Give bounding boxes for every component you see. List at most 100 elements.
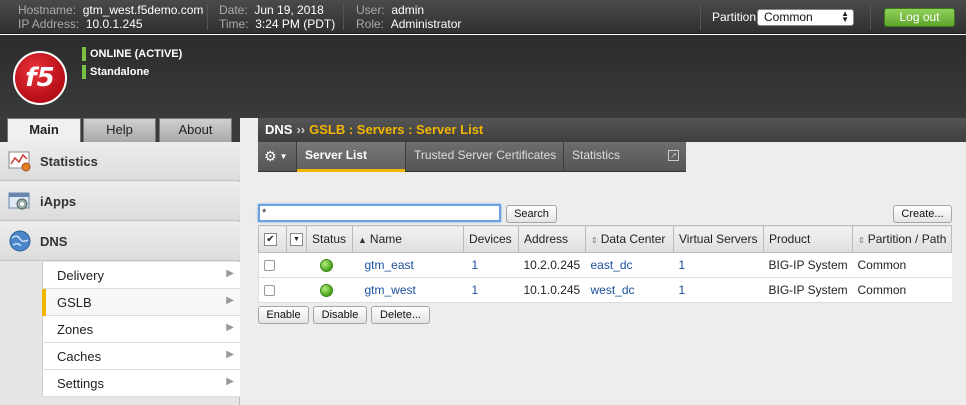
- role-value: Administrator: [390, 17, 462, 31]
- statistics-chart-icon: [8, 150, 32, 172]
- col-address[interactable]: Address: [518, 225, 586, 253]
- standalone-status: Standalone: [82, 65, 149, 79]
- row-checkbox[interactable]: [264, 285, 275, 297]
- sortable-icon: ⇕: [591, 236, 598, 245]
- col-status[interactable]: Status: [306, 225, 353, 253]
- status-available-icon: [319, 259, 333, 273]
- devices-cell: 1: [463, 277, 519, 303]
- server-name-link[interactable]: gtm_west: [365, 283, 416, 297]
- data-center-link[interactable]: west_dc: [591, 283, 635, 297]
- globe-icon: [8, 230, 32, 252]
- row-checkbox-cell: [258, 277, 287, 303]
- devices-link[interactable]: 1: [472, 283, 479, 297]
- chevron-right-icon: ▶: [226, 349, 234, 360]
- date-label: Date:: [219, 3, 248, 17]
- sidebar: Statistics iApps DNS Delivery ▶ GSLB ▶ Z…: [0, 142, 240, 405]
- devices-link[interactable]: 1: [472, 258, 479, 272]
- logout-button[interactable]: Log out: [884, 8, 955, 27]
- tab-server-list[interactable]: Server List: [297, 142, 406, 172]
- dropdown-arrow-icon: ▼: [279, 152, 288, 162]
- search-button[interactable]: Search: [506, 205, 557, 223]
- breadcrumb-root[interactable]: DNS: [265, 122, 292, 137]
- chevron-right-icon: ▶: [226, 268, 234, 279]
- col-name-label: Name: [369, 232, 402, 246]
- sortable-icon: ⇕: [858, 236, 865, 245]
- virtual-servers-cell: 1: [673, 277, 764, 303]
- breadcrumb-path[interactable]: GSLB : Servers : Server List: [309, 122, 483, 137]
- sidebar-item-statistics[interactable]: Statistics: [0, 142, 240, 181]
- col-partition-path-label: Partition / Path: [867, 232, 947, 246]
- col-partition-path[interactable]: ⇕ Partition / Path: [852, 225, 952, 253]
- dns-item-label: GSLB: [57, 295, 92, 310]
- dns-item-gslb[interactable]: GSLB ▶: [42, 289, 240, 316]
- user-value: admin: [391, 3, 425, 17]
- chevron-right-icon: ▶: [226, 376, 234, 387]
- virtual-servers-link[interactable]: 1: [679, 283, 686, 297]
- tab-statistics[interactable]: Statistics ↗: [564, 142, 686, 172]
- status-cell: [306, 277, 353, 303]
- address-cell: 10.1.0.245: [518, 277, 586, 303]
- tab-about[interactable]: About: [159, 118, 232, 142]
- online-status: ONLINE (ACTIVE): [82, 47, 182, 61]
- col-devices[interactable]: Devices: [463, 225, 519, 253]
- sidebar-item-label: Statistics: [40, 154, 98, 169]
- tab-main[interactable]: Main: [7, 118, 81, 142]
- partition-value: Common: [764, 10, 813, 24]
- enable-button[interactable]: Enable: [258, 306, 309, 324]
- chevron-right-icon: ▶: [226, 322, 234, 333]
- f5-logo: f5: [13, 51, 67, 105]
- spacer-cell: [286, 252, 307, 278]
- col-data-center[interactable]: ⇕ Data Center: [585, 225, 674, 253]
- server-list-table: ✔ ▼ Status ▲ Name Devices Address ⇕ Data C…: [258, 225, 952, 303]
- search-input[interactable]: *: [258, 204, 501, 222]
- breadcrumb-separator: ››: [296, 122, 306, 137]
- header-divider: [870, 4, 871, 30]
- role-label: Role:: [356, 17, 385, 31]
- dns-item-caches[interactable]: Caches ▶: [42, 343, 240, 370]
- product-cell: BIG-IP System: [763, 277, 853, 303]
- create-button[interactable]: Create...: [893, 205, 952, 223]
- table-row: gtm_west 1 10.1.0.245 west_dc 1 BIG-IP S…: [258, 277, 952, 303]
- virtual-servers-cell: 1: [673, 252, 764, 278]
- external-link-icon[interactable]: ↗: [668, 150, 679, 161]
- row-checkbox[interactable]: [264, 260, 275, 272]
- disable-button[interactable]: Disable: [313, 306, 367, 324]
- col-data-center-label: Data Center: [600, 232, 666, 246]
- sidebar-item-dns[interactable]: DNS: [0, 222, 240, 261]
- datetime-info: Date: Jun 19, 2018 Time: 3:24 PM (PDT): [219, 3, 335, 31]
- subtab-bar: ⚙ ▼ Server List Trusted Server Certificat…: [258, 142, 686, 172]
- time-value: 3:24 PM (PDT): [255, 17, 336, 31]
- partition-cell: Common: [852, 252, 952, 278]
- iapps-icon: [8, 190, 32, 212]
- tab-trusted-server-certificates[interactable]: Trusted Server Certificates: [406, 142, 564, 172]
- row-checkbox-cell: [258, 252, 287, 278]
- col-name[interactable]: ▲ Name: [352, 225, 464, 253]
- dns-item-label: Zones: [57, 322, 94, 337]
- partition-select[interactable]: Common ▲ ▼: [757, 9, 854, 26]
- devices-cell: 1: [463, 252, 519, 278]
- sort-ascending-icon: ▲: [358, 235, 367, 245]
- header-divider: [343, 4, 344, 30]
- gear-menu-button[interactable]: ⚙ ▼: [258, 142, 297, 172]
- sidebar-item-iapps[interactable]: iApps: [0, 182, 240, 221]
- sidebar-item-label: DNS: [40, 234, 68, 249]
- virtual-servers-link[interactable]: 1: [679, 258, 686, 272]
- col-virtual-servers[interactable]: Virtual Servers: [673, 225, 764, 253]
- select-all-checkbox[interactable]: ✔: [264, 233, 277, 247]
- delete-button[interactable]: Delete...: [371, 306, 430, 324]
- server-name-link[interactable]: gtm_east: [365, 258, 414, 272]
- status-cell: [306, 252, 353, 278]
- tab-help[interactable]: Help: [83, 118, 156, 142]
- top-header: Hostname: gtm_west.f5demo.com IP Address…: [0, 0, 966, 34]
- data-center-link[interactable]: east_dc: [591, 258, 633, 272]
- hostname-value: gtm_west.f5demo.com: [82, 3, 204, 17]
- dns-item-delivery[interactable]: Delivery ▶: [42, 262, 240, 289]
- name-cell: gtm_east: [352, 252, 464, 278]
- select-all-header: ✔: [258, 225, 287, 253]
- partition-cell: Common: [852, 277, 952, 303]
- user-label: User:: [356, 3, 385, 17]
- col-product[interactable]: Product: [763, 225, 853, 253]
- dns-item-zones[interactable]: Zones ▶: [42, 316, 240, 343]
- column-menu-dropdown-icon[interactable]: ▼: [290, 233, 303, 247]
- dns-item-settings[interactable]: Settings ▶: [42, 370, 240, 397]
